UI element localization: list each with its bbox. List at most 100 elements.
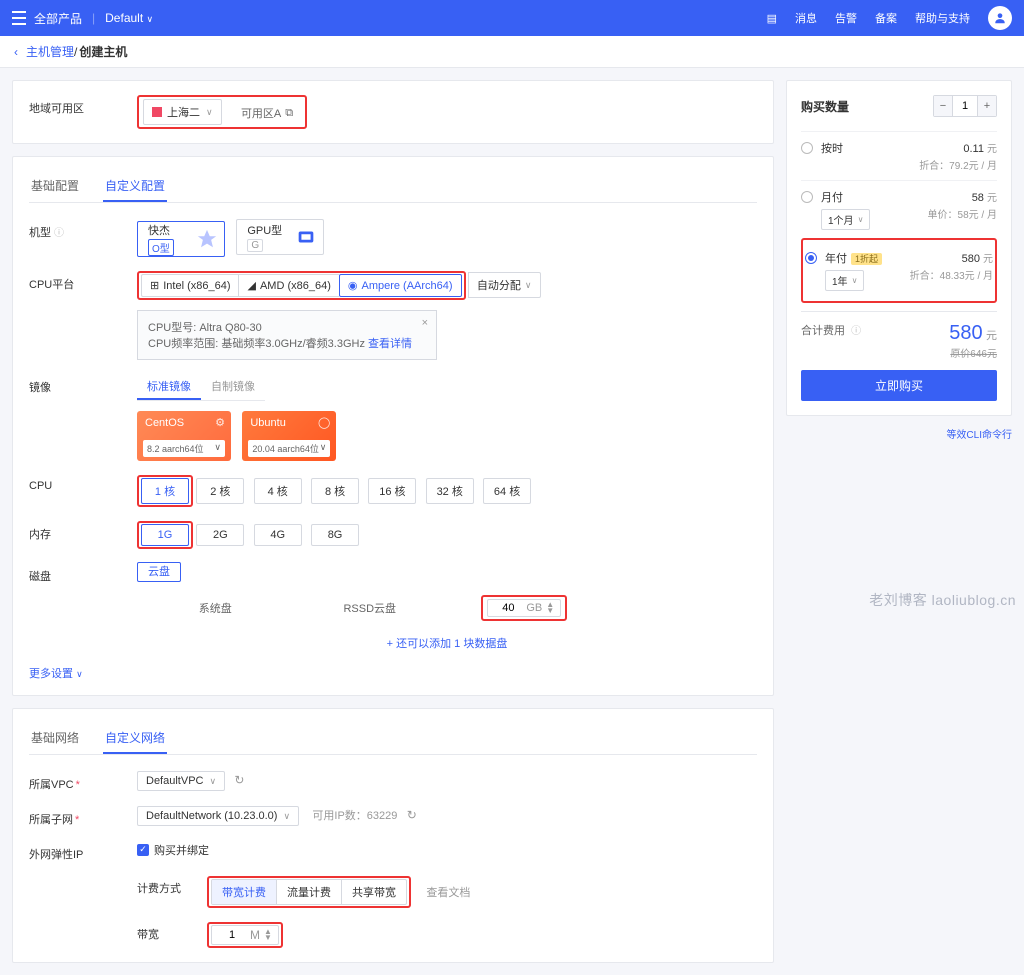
nav-record[interactable]: 备案: [875, 10, 897, 26]
nav-help[interactable]: 帮助与支持: [915, 10, 970, 26]
plat-ampere[interactable]: ◉Ampere (AArch64): [339, 274, 462, 297]
disk-col-type: RSSD云盘: [294, 589, 447, 627]
total-price: 580: [949, 322, 982, 344]
image-tab-standard[interactable]: 标准镜像: [137, 374, 201, 400]
region-label: 地域可用区: [29, 95, 137, 116]
pay-yearly[interactable]: 年付1折起 1年∨ 580 元 折合：48.33元 / 月: [805, 242, 993, 299]
mem-opt-1g[interactable]: 1G: [141, 524, 189, 546]
qty-minus[interactable]: −: [934, 96, 952, 116]
mem-opt-2g[interactable]: 2G: [196, 524, 244, 546]
menu-icon[interactable]: [12, 11, 26, 25]
mem-opt-8g[interactable]: 8G: [311, 524, 359, 546]
os-centos[interactable]: ⚙ CentOS 8.2 aarch64位∨: [137, 411, 231, 461]
plat-intel[interactable]: ⊞Intel (x86_64): [141, 274, 238, 297]
info-icon[interactable]: ⓘ: [851, 326, 861, 337]
cpu-opt-16[interactable]: 16 核: [368, 478, 416, 504]
disk-size-value[interactable]: [494, 602, 522, 614]
radio-icon: [805, 252, 817, 264]
billing-label: 计费方式: [137, 876, 207, 896]
os-ubuntu[interactable]: ◯ Ubuntu 20.04 aarch64位∨: [242, 411, 336, 461]
breadcrumb: ‹ 主机管理 / 创建主机: [0, 36, 1024, 68]
machine-card-fast[interactable]: 快杰 O型: [137, 221, 225, 257]
disk-size-input[interactable]: GB ▲▼: [487, 599, 561, 617]
tab-basic-config[interactable]: 基础配置: [29, 171, 81, 202]
add-disk-link[interactable]: + 还可以添加 1 块数据盘: [137, 635, 757, 651]
billing-doc-link[interactable]: 查看文档: [426, 887, 470, 899]
disk-table: 系统盘 RSSD云盘 GB ▲▼: [137, 587, 757, 629]
pay-hourly[interactable]: 按时 0.11 元 折合：79.2元 / 月: [801, 131, 997, 180]
plat-amd[interactable]: ◢AMD (x86_64): [238, 274, 338, 297]
plat-auto[interactable]: 自动分配∨: [468, 272, 541, 298]
zone-tab[interactable]: 可用区A ⧉: [233, 101, 301, 125]
nav-icon[interactable]: ▤: [767, 12, 777, 25]
cpu-label: CPU: [29, 475, 137, 492]
user-avatar[interactable]: [988, 6, 1012, 30]
tab-basic-network[interactable]: 基础网络: [29, 723, 81, 754]
cpu-opt-8[interactable]: 8 核: [311, 478, 359, 504]
original-price: 原价646元: [949, 345, 997, 360]
pay-monthly[interactable]: 月付 1个月∨ 58 元 单价：58元 / 月: [801, 180, 997, 238]
cli-link[interactable]: 等效CLI命令行: [786, 426, 1012, 441]
refresh-icon[interactable]: ↻: [234, 773, 244, 787]
project-dropdown[interactable]: Default ∨: [105, 11, 153, 25]
eip-checkbox[interactable]: ✓购买并绑定: [137, 842, 209, 858]
vpc-label: 所属VPC: [29, 771, 137, 792]
month-duration-select[interactable]: 1个月∨: [821, 209, 870, 230]
cpu-opt-2[interactable]: 2 核: [196, 478, 244, 504]
discount-badge: 1折起: [851, 253, 882, 265]
vpc-select[interactable]: DefaultVPC∨: [137, 771, 225, 791]
fast-icon: [196, 228, 218, 250]
qty-label: 购买数量: [801, 98, 849, 115]
cpu-platform-label: CPU平台: [29, 271, 137, 292]
close-icon[interactable]: ×: [422, 317, 428, 329]
more-settings-link[interactable]: 更多设置 ∨: [29, 665, 757, 681]
cpu-opt-4[interactable]: 4 核: [254, 478, 302, 504]
breadcrumb-current: 创建主机: [79, 43, 127, 60]
breadcrumb-parent[interactable]: 主机管理: [26, 43, 74, 60]
bill-bandwidth[interactable]: 带宽计费: [212, 880, 277, 904]
nav-messages[interactable]: 消息: [795, 10, 817, 26]
disk-label: 磁盘: [29, 563, 137, 584]
all-products-link[interactable]: 全部产品: [34, 10, 82, 27]
region-dropdown[interactable]: 上海二 ∨: [143, 99, 222, 125]
bill-shared[interactable]: 共享带宽: [342, 880, 406, 904]
qty-plus[interactable]: +: [978, 96, 996, 116]
mem-opt-4g[interactable]: 4G: [254, 524, 302, 546]
available-ips: 可用IP数：63229: [312, 810, 397, 822]
radio-icon: [801, 142, 813, 154]
cpu-opt-1[interactable]: 1 核: [141, 478, 189, 504]
ubuntu-icon: ◯: [318, 416, 330, 429]
year-duration-select[interactable]: 1年∨: [825, 270, 864, 291]
disk-step-down[interactable]: ▼: [546, 608, 554, 614]
refresh-icon[interactable]: ↻: [407, 808, 417, 822]
back-button[interactable]: ‹: [14, 45, 18, 59]
purchase-sidebar: 购买数量 − + 按时 0.11 元 折合：79.2元 / 月 月付 1个月∨: [786, 80, 1012, 416]
image-label: 镜像: [29, 374, 137, 395]
bandwidth-label: 带宽: [137, 922, 207, 942]
gear-icon: ⚙: [215, 416, 225, 429]
buy-button[interactable]: 立即购买: [801, 370, 997, 401]
bw-step-down[interactable]: ▼: [264, 935, 272, 941]
tab-custom-network[interactable]: 自定义网络: [103, 723, 167, 754]
machine-card-gpu[interactable]: GPU型 G: [236, 219, 324, 255]
cpu-opt-64[interactable]: 64 核: [483, 478, 531, 504]
disk-col-system: 系统盘: [139, 589, 292, 627]
region-panel: 地域可用区 上海二 ∨ 可用区A ⧉: [12, 80, 774, 144]
machine-type-label: 机型ⓘ: [29, 219, 137, 240]
config-panel: 基础配置 自定义配置 机型ⓘ 快杰 O型 GPU型 G CPU平台: [12, 156, 774, 696]
cpu-opt-32[interactable]: 32 核: [426, 478, 474, 504]
disk-type-tab[interactable]: 云盘: [137, 562, 181, 582]
bandwidth-input[interactable]: M ▲▼: [211, 925, 279, 945]
bill-traffic[interactable]: 流量计费: [277, 880, 342, 904]
network-panel: 基础网络 自定义网络 所属VPC DefaultVPC∨ ↻ 所属子网 Defa…: [12, 708, 774, 963]
tab-custom-config[interactable]: 自定义配置: [103, 171, 167, 202]
subnet-select[interactable]: DefaultNetwork (10.23.0.0)∨: [137, 806, 299, 826]
subnet-label: 所属子网: [29, 806, 137, 827]
memory-label: 内存: [29, 521, 137, 542]
cpu-detail-link[interactable]: 查看详情: [368, 338, 412, 350]
nav-alerts[interactable]: 告警: [835, 10, 857, 26]
qty-input[interactable]: [952, 96, 978, 116]
info-icon[interactable]: ⓘ: [54, 228, 64, 239]
copy-icon[interactable]: ⧉: [285, 107, 293, 120]
image-tab-custom[interactable]: 自制镜像: [201, 374, 265, 400]
